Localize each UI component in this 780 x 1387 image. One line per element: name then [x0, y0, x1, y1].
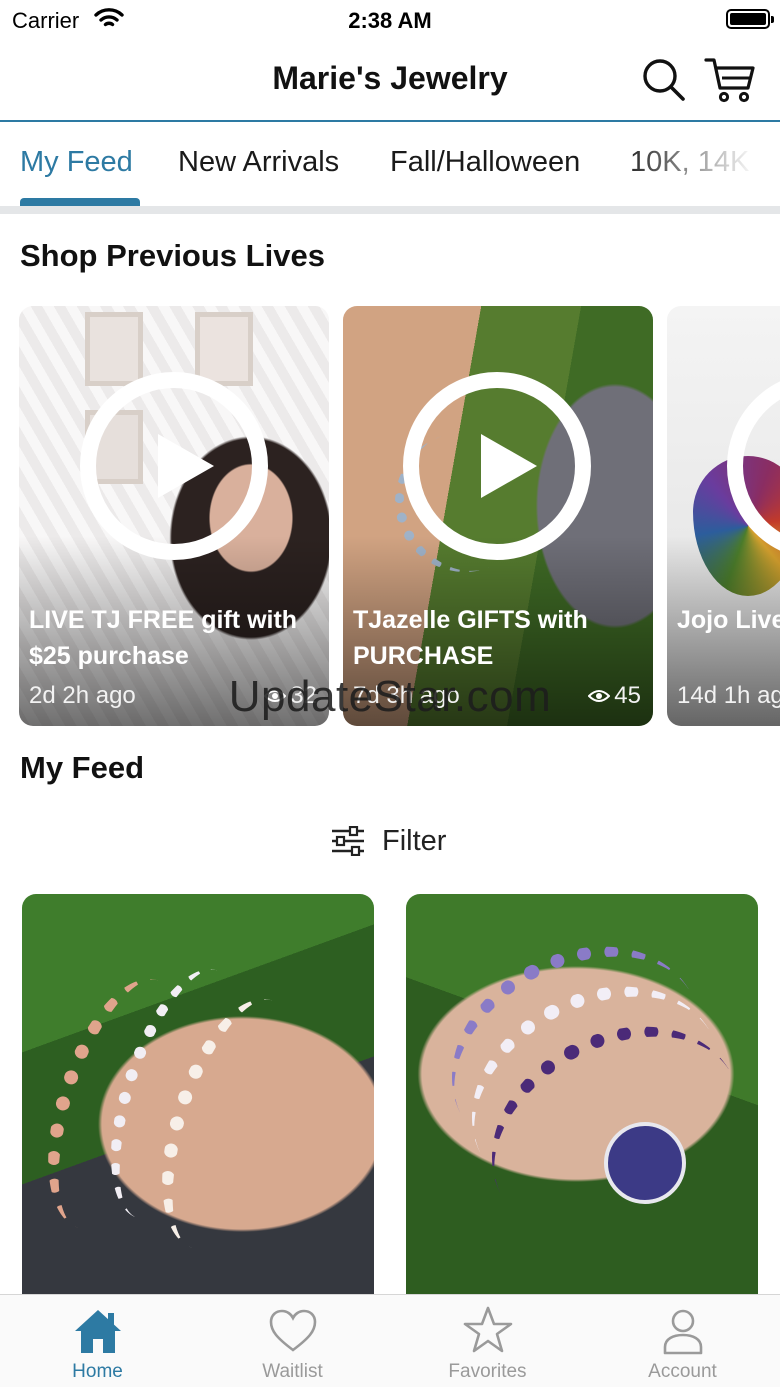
product-card[interactable] [22, 894, 374, 1294]
tab-my-feed[interactable]: My Feed [20, 146, 133, 179]
category-tabs: My Feed New Arrivals Fall/Halloween 10K,… [0, 124, 780, 214]
person-icon [663, 1309, 703, 1355]
nav-account[interactable]: Account [585, 1295, 780, 1387]
live-video-card[interactable]: LIVE TJ FREE gift with $25 purchase 2d 2… [19, 306, 329, 726]
live-title: TJazelle GIFTS with PURCHASE [353, 606, 588, 670]
live-title: LIVE TJ FREE gift with $25 purchase [29, 606, 298, 670]
nav-waitlist[interactable]: Waitlist [195, 1295, 390, 1387]
nav-account-label: Account [648, 1361, 717, 1382]
filter-button[interactable]: Filter [330, 820, 446, 862]
tab-fall-halloween[interactable]: Fall/Halloween [390, 146, 580, 179]
watermark-text: UpdateStar.com [228, 672, 552, 721]
charm-image [604, 1122, 686, 1204]
bottom-tab-bar: Home Waitlist Favorites Account [0, 1294, 780, 1387]
wall-frame-image [195, 312, 253, 386]
play-icon[interactable] [403, 372, 591, 560]
nav-home[interactable]: Home [0, 1295, 195, 1387]
nav-favorites-label: Favorites [448, 1361, 527, 1382]
app-header: Marie's Jewelry [0, 40, 780, 122]
home-icon [75, 1310, 121, 1353]
nav-favorites[interactable]: Favorites [390, 1295, 585, 1387]
heart-icon [269, 1309, 317, 1352]
search-icon[interactable] [640, 56, 688, 104]
tab-10k-14k[interactable]: 10K, 14K [630, 146, 749, 179]
active-tab-indicator [20, 198, 140, 206]
cart-icon[interactable] [704, 54, 756, 106]
my-feed-heading: My Feed [20, 750, 145, 785]
sliders-icon [332, 826, 364, 856]
product-card[interactable] [406, 894, 758, 1294]
tab-new-arrivals[interactable]: New Arrivals [178, 146, 339, 179]
status-bar: Carrier 2:38 AM [0, 0, 780, 40]
previous-lives-carousel[interactable]: LIVE TJ FREE gift with $25 purchase 2d 2… [0, 306, 780, 726]
live-video-card[interactable]: TJazelle GIFTS with PURCHASE 7d 3h ago 4… [343, 306, 653, 726]
star-icon [463, 1306, 513, 1353]
nav-home-label: Home [72, 1361, 123, 1382]
live-video-card[interactable]: Jojo Live 14d 1h ago [667, 306, 780, 726]
tab-divider [0, 206, 780, 214]
previous-lives-heading: Shop Previous Lives [20, 238, 325, 273]
filter-label: Filter [382, 824, 447, 857]
live-title: Jojo Live [677, 606, 780, 634]
play-icon[interactable] [80, 372, 268, 560]
battery-icon [726, 9, 774, 29]
status-time: 2:38 AM [348, 8, 432, 33]
nav-waitlist-label: Waitlist [262, 1361, 323, 1382]
wall-frame-image [85, 312, 143, 386]
